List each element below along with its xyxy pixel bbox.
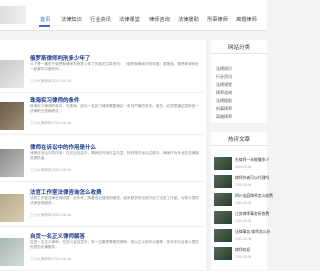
hot-thumbnail[interactable]: [214, 193, 232, 206]
article-thumbnail[interactable]: [0, 194, 24, 222]
hot-item[interactable]: 律师欢迎 2020-05-08: [214, 247, 266, 263]
nav-industry-news[interactable]: 行业资讯: [90, 16, 111, 23]
article-meta: 三六九律师网 2020-05-08: [30, 79, 71, 83]
nav-active-indicator: [39, 25, 50, 27]
article-meta: 三六九律师网 2020-05-08: [30, 168, 71, 172]
list-item[interactable]: 法官工作室法律咨询怎么收费 法官工作室法律咨询收费：近年来，随着法治建设的推进，…: [0, 188, 204, 227]
hot-thumbnail[interactable]: [214, 229, 232, 242]
list-item[interactable]: 珠海实习律师的条件 珠海实习律师的条件：在珠海，成为一名实习律师需要满足一系列严…: [0, 96, 204, 135]
list-item[interactable]: 俄罗斯律师判刑多少年了 以下是一篇关于俄罗斯律师判刑多少年了的相关文章资讯：（俄…: [0, 54, 204, 93]
nav-legal-class[interactable]: 法律课堂: [119, 16, 140, 23]
article-list: 俄罗斯律师判刑多少年了 以下是一篇关于俄罗斯律师判刑多少年了的相关文章资讯：（俄…: [0, 40, 206, 271]
nav-divorce-lawyer[interactable]: 离婚律师: [236, 16, 257, 23]
hot-title[interactable]: 江苏律师事务所收费: [235, 212, 269, 217]
divider: [211, 145, 267, 146]
hot-date: 2020-05-08: [235, 201, 252, 205]
list-item[interactable]: 自贡一名正义律师解答 自贡一名正义律师：在四川省自贡市，有一位备受尊敬的律师，他…: [0, 232, 204, 271]
hot-item[interactable]: 江苏律师事务所收费 2020-05-08: [214, 211, 269, 227]
category-panel: 网站分类 法律知识 行业资讯 法律课堂 律师咨询 法律援助 刑事律师 离婚律师: [211, 40, 267, 123]
hot-date: 2020-05-08: [235, 255, 252, 259]
article-excerpt: 律师在诉讼中的作用：在法治社会中，律师的作用日益凸显，特别是在诉讼过程中。律师作…: [30, 151, 199, 160]
article-title[interactable]: 法官工作室法律咨询怎么收费: [30, 188, 102, 196]
hot-title[interactable]: 四川出庭律师怎么收费: [235, 194, 273, 199]
hot-item[interactable]: 法律事务,律师怎么办 2020-05-08: [214, 229, 270, 245]
category-link[interactable]: 刑事律师: [216, 106, 232, 112]
article-thumbnail[interactable]: [0, 60, 24, 88]
article-thumbnail[interactable]: [0, 149, 24, 177]
hot-item[interactable]: 先律师一年能赚多少 2020-05-08: [214, 157, 269, 173]
nav-legal-knowledge[interactable]: 法律知识: [61, 16, 82, 23]
nav-lawyer-consult[interactable]: 律师咨询: [149, 16, 170, 23]
article-title[interactable]: 珠海实习律师的条件: [30, 96, 80, 104]
hot-thumbnail[interactable]: [214, 211, 232, 224]
article-title[interactable]: 俄罗斯律师判刑多少年了: [30, 54, 91, 62]
site-logo[interactable]: [0, 6, 26, 24]
top-nav: 首页 法律知识 行业资讯 法律课堂 律师咨询 法律援助 刑事律师 离婚律师: [0, 0, 267, 31]
hot-thumbnail[interactable]: [214, 157, 232, 170]
article-excerpt: 自贡一名正义律师：在四川省自贡市，有一位备受尊敬的律师，他以正义和专业著称，多年…: [30, 240, 199, 249]
list-item[interactable]: 律师在诉讼中的作用是什么 律师在诉讼中的作用：在法治社会中，律师的作用日益凸显，…: [0, 143, 204, 182]
article-title[interactable]: 自贡一名正义律师解答: [30, 232, 85, 240]
hot-title[interactable]: 律师作者可以代理吗: [235, 176, 269, 181]
article-meta: 三六九律师网 2020-05-08: [30, 121, 71, 125]
hot-title[interactable]: 先律师一年能赚多少: [235, 158, 269, 163]
nav-home[interactable]: 首页: [40, 16, 50, 23]
hot-panel-title: 热评文章: [227, 137, 250, 143]
article-thumbnail[interactable]: [0, 102, 24, 130]
nav-criminal-lawyer[interactable]: 刑事律师: [207, 16, 228, 23]
hot-item[interactable]: 律师作者可以代理吗 2020-05-08: [214, 175, 269, 191]
hot-date: 2020-05-08: [235, 237, 252, 241]
hot-item[interactable]: 四川出庭律师怎么收费 2020-05-08: [214, 193, 273, 209]
category-link[interactable]: 法律课堂: [216, 82, 232, 88]
hot-thumbnail[interactable]: [214, 175, 232, 188]
category-link[interactable]: 律师咨询: [216, 90, 232, 96]
divider: [211, 53, 267, 54]
category-panel-title: 网站分类: [227, 45, 250, 51]
category-link[interactable]: 法律知识: [216, 66, 232, 72]
article-thumbnail[interactable]: [0, 238, 24, 266]
category-link[interactable]: 离婚律师: [216, 114, 232, 120]
article-meta: 三六九律师网 2020-05-08: [30, 257, 71, 261]
article-title[interactable]: 律师在诉讼中的作用是什么: [30, 143, 96, 151]
hot-articles-panel: 热评文章 先律师一年能赚多少 2020-05-08 律师作者可以代理吗 2020…: [211, 132, 273, 270]
category-link[interactable]: 法律援助: [216, 98, 232, 104]
hot-date: 2020-05-08: [235, 219, 252, 223]
category-link[interactable]: 行业资讯: [216, 74, 232, 80]
hot-title[interactable]: 律师欢迎: [235, 248, 250, 253]
article-meta: 三六九律师网 2020-05-08: [30, 213, 71, 217]
nav-legal-aid[interactable]: 法律援助: [178, 16, 199, 23]
hot-date: 2020-05-08: [235, 165, 252, 169]
hot-date: 2020-05-08: [235, 183, 252, 187]
article-excerpt: 以下是一篇关于俄罗斯律师判刑多少年了的相关文章资讯：（俄罗斯律师判刑年限）据报道…: [30, 62, 199, 71]
article-excerpt: 珠海实习律师的条件：在珠海，成为一名实习律师需要满足一系列严格的条件。首先，必须…: [30, 104, 199, 113]
hot-thumbnail[interactable]: [214, 247, 232, 260]
hot-title[interactable]: 法律事务,律师怎么办: [235, 230, 270, 235]
article-excerpt: 法官工作室法律咨询收费：近年来，随着法治建设的推进，越来越多的法院开设了法官工作…: [30, 196, 199, 205]
